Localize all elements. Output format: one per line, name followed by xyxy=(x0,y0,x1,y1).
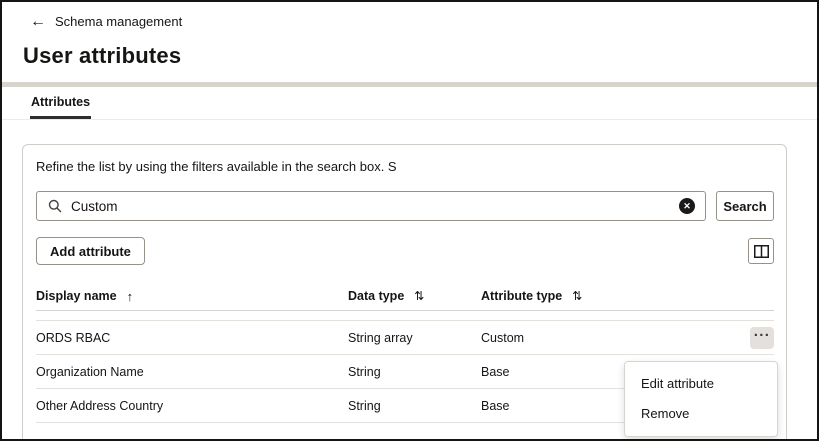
sort-unsorted-icon: ⇅ xyxy=(414,289,424,303)
search-button[interactable]: Search xyxy=(716,191,774,221)
column-label: Data type xyxy=(348,289,404,303)
back-link-label: Schema management xyxy=(55,14,182,29)
cell-attribute-type: Base xyxy=(481,365,641,379)
column-header-data-type[interactable]: Data type ⇅ xyxy=(348,289,481,303)
search-box: ✕ xyxy=(36,191,706,221)
filter-description: Refine the list by using the filters ava… xyxy=(36,159,774,174)
table-row[interactable]: ORDS RBAC String array Custom ··· xyxy=(36,321,774,355)
column-label: Display name xyxy=(36,289,117,303)
search-row: ✕ Search xyxy=(36,191,774,221)
column-header-attribute-type[interactable]: Attribute type ⇅ xyxy=(481,289,641,303)
cell-display-name: Other Address Country xyxy=(36,399,348,413)
page-title: User attributes xyxy=(23,43,797,69)
back-arrow-icon: ← xyxy=(30,15,46,29)
cell-data-type: String xyxy=(348,365,481,379)
manage-columns-button[interactable] xyxy=(748,238,774,264)
column-label: Attribute type xyxy=(481,289,562,303)
search-input[interactable] xyxy=(36,191,706,221)
tab-bar: Attributes xyxy=(2,87,817,120)
tab-attributes-label: Attributes xyxy=(31,95,90,109)
clear-search-icon[interactable]: ✕ xyxy=(679,198,695,214)
column-header-display-name[interactable]: Display name ↑ xyxy=(36,289,348,304)
cell-attribute-type: Base xyxy=(481,399,641,413)
row-actions-menu-button[interactable]: ··· xyxy=(750,327,774,349)
cell-display-name: ORDS RBAC xyxy=(36,331,348,345)
tab-attributes[interactable]: Attributes xyxy=(30,87,91,119)
sort-ascending-icon: ↑ xyxy=(127,289,134,304)
cell-actions: ··· xyxy=(641,327,774,349)
sort-unsorted-icon: ⇅ xyxy=(572,289,582,303)
table-header-row: Display name ↑ Data type ⇅ Attribute typ… xyxy=(36,282,774,311)
back-link[interactable]: ← Schema management xyxy=(30,14,182,29)
cell-data-type: String xyxy=(348,399,481,413)
schema-management-window: ← Schema management User attributes Attr… xyxy=(0,0,819,441)
add-attribute-button[interactable]: Add attribute xyxy=(36,237,145,265)
cell-data-type: String array xyxy=(348,331,481,345)
cell-display-name: Organization Name xyxy=(36,365,348,379)
page-header: ← Schema management User attributes xyxy=(2,2,817,82)
cell-attribute-type: Custom xyxy=(481,331,641,345)
columns-icon xyxy=(754,245,769,258)
menu-item-edit-attribute[interactable]: Edit attribute xyxy=(625,368,777,398)
row-actions-context-menu: Edit attribute Remove xyxy=(624,361,778,437)
partial-row xyxy=(36,311,774,321)
menu-item-remove[interactable]: Remove xyxy=(625,398,777,428)
search-icon xyxy=(48,199,62,213)
table-toolbar: Add attribute xyxy=(36,237,774,265)
